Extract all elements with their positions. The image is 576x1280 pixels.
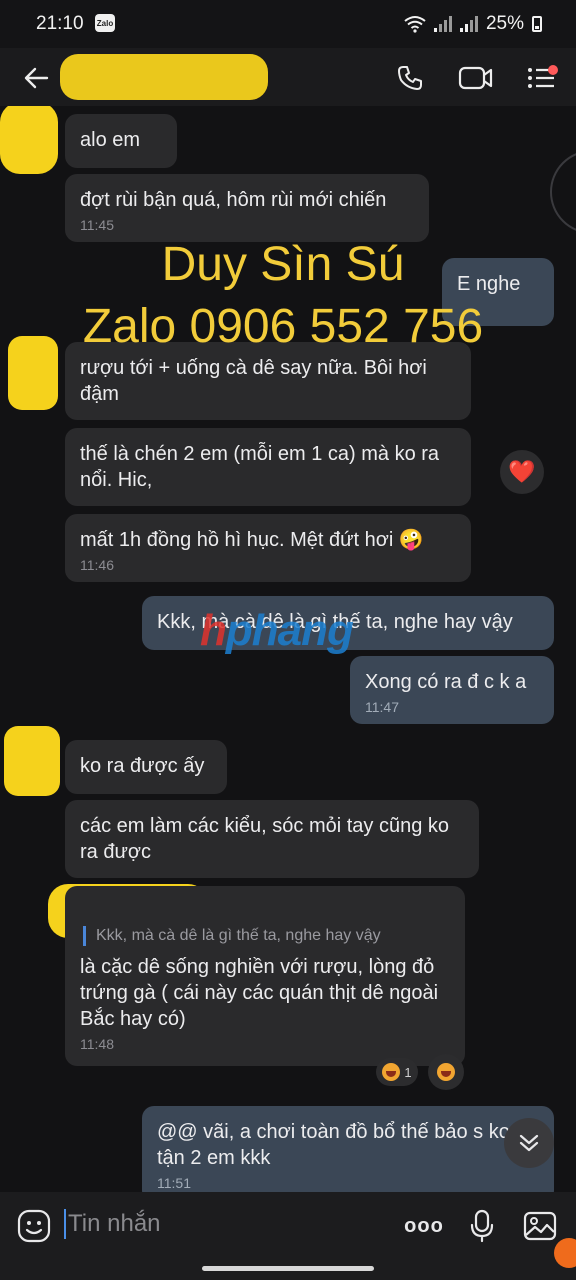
signal-1-icon bbox=[433, 16, 452, 32]
message-text: Xong có ra đ c k a bbox=[365, 671, 527, 693]
message-time: 11:45 bbox=[80, 217, 114, 233]
back-arrow-icon bbox=[24, 67, 49, 89]
message-text: rượu tới + uống cà dê say nữa. Bôi hơi đ… bbox=[80, 357, 427, 405]
zalo-app-badge: Zalo bbox=[95, 14, 115, 32]
add-reaction-button[interactable] bbox=[428, 1054, 464, 1090]
quoted-message[interactable]: Kkk, mà cà dê là gì thế ta, nghe hay vậy bbox=[83, 926, 450, 946]
watermark-logo-h: h bbox=[200, 606, 227, 655]
scroll-to-bottom-button[interactable] bbox=[504, 1118, 554, 1168]
message-time: 11:51 bbox=[157, 1175, 191, 1191]
back-button[interactable] bbox=[14, 56, 58, 100]
watermark-logo: hphang bbox=[200, 606, 354, 656]
composer-bar: Tin nhắn ooo bbox=[0, 1192, 576, 1280]
heart-icon: ❤️ bbox=[508, 459, 536, 484]
message-list[interactable]: alo em đợt rùi bận quá, hôm rùi mới chiế… bbox=[0, 106, 576, 1192]
watermark-text: Duy Sìn Sú Zalo 0906 552 756 bbox=[48, 234, 518, 358]
message-bubble-with-quote[interactable]: Kkk, mà cà dê là gì thế ta, nghe hay vậy… bbox=[65, 886, 465, 1066]
video-call-button[interactable] bbox=[454, 56, 498, 100]
watermark-logo-rest: phang bbox=[225, 606, 354, 655]
message-bubble[interactable]: đợt rùi bận quá, hôm rùi mới chiến 11:45 bbox=[65, 174, 429, 242]
sticker-icon bbox=[17, 1209, 51, 1243]
laugh-emoji-icon bbox=[382, 1063, 401, 1081]
battery-percent: 25% bbox=[485, 13, 524, 34]
watermark-line-2: Zalo 0906 552 756 bbox=[82, 300, 484, 353]
message-text: là cặc dê sống nghiền với rượu, lòng đỏ … bbox=[80, 956, 439, 1030]
laugh-reaction[interactable]: 1 bbox=[376, 1058, 418, 1086]
message-time: 11:47 bbox=[365, 699, 399, 715]
message-input[interactable]: Tin nhắn bbox=[64, 1204, 384, 1244]
phone-icon bbox=[398, 66, 422, 90]
message-time: 11:46 bbox=[80, 557, 114, 573]
decorative-ring bbox=[550, 150, 576, 234]
signal-2-icon bbox=[459, 16, 478, 32]
floating-badge[interactable] bbox=[554, 1238, 576, 1268]
home-indicator[interactable] bbox=[202, 1266, 374, 1271]
message-bubble[interactable]: thế là chén 2 em (mỗi em 1 ca) mà ko ra … bbox=[65, 428, 471, 506]
chat-header bbox=[0, 48, 576, 106]
message-text: thế là chén 2 em (mỗi em 1 ca) mà ko ra … bbox=[80, 443, 440, 491]
battery-icon bbox=[532, 16, 542, 32]
avatar-redaction bbox=[0, 106, 58, 174]
more-button[interactable]: ooo bbox=[402, 1206, 446, 1246]
notification-dot bbox=[548, 65, 558, 75]
reaction-count: 1 bbox=[404, 1064, 412, 1080]
contact-name-redaction bbox=[60, 54, 268, 100]
microphone-icon bbox=[470, 1209, 494, 1243]
video-icon bbox=[458, 66, 493, 90]
message-text: đợt rùi bận quá, hôm rùi mới chiến bbox=[80, 189, 387, 211]
image-button[interactable] bbox=[520, 1206, 560, 1246]
wifi-icon bbox=[404, 16, 426, 33]
message-text: ko ra được ấy bbox=[80, 755, 205, 777]
status-bar: 21:10 Zalo 25% bbox=[0, 0, 576, 48]
watermark-line-1: Duy Sìn Sú bbox=[161, 238, 405, 291]
status-time: 21:10 bbox=[36, 13, 84, 34]
laugh-emoji-icon bbox=[437, 1063, 455, 1081]
avatar-redaction bbox=[4, 726, 60, 796]
message-bubble[interactable]: @@ vãi, a chơi toàn đồ bổ thế bảo s ko đ… bbox=[142, 1106, 554, 1192]
call-button[interactable] bbox=[388, 56, 432, 100]
emoji-button[interactable] bbox=[14, 1206, 54, 1246]
message-bubble[interactable]: mất 1h đồng hồ hì hục. Mệt đứt hơi 🤪 11:… bbox=[65, 514, 471, 582]
message-bubble[interactable]: alo em bbox=[65, 114, 177, 168]
message-bubble[interactable]: ko ra được ấy bbox=[65, 740, 227, 794]
heart-reaction-button[interactable]: ❤️ bbox=[500, 450, 544, 494]
message-text: các em làm các kiểu, sóc mỏi tay cũng ko… bbox=[80, 815, 450, 863]
double-chevron-down-icon bbox=[519, 1134, 539, 1152]
message-text: mất 1h đồng hồ hì hục. Mệt đứt hơi 🤪 bbox=[80, 529, 424, 551]
message-text: alo em bbox=[80, 129, 141, 151]
message-bubble[interactable]: các em làm các kiểu, sóc mỏi tay cũng ko… bbox=[65, 800, 479, 878]
message-time: 11:48 bbox=[80, 1036, 114, 1052]
message-text: @@ vãi, a chơi toàn đồ bổ thế bảo s ko đ… bbox=[157, 1121, 531, 1169]
text-cursor bbox=[64, 1209, 66, 1239]
voice-button[interactable] bbox=[462, 1206, 502, 1246]
message-input-placeholder: Tin nhắn bbox=[68, 1210, 161, 1237]
more-icon: ooo bbox=[404, 1214, 444, 1237]
chat-menu-button[interactable] bbox=[520, 56, 564, 100]
message-bubble[interactable]: Xong có ra đ c k a 11:47 bbox=[350, 656, 554, 724]
image-icon bbox=[523, 1211, 557, 1241]
